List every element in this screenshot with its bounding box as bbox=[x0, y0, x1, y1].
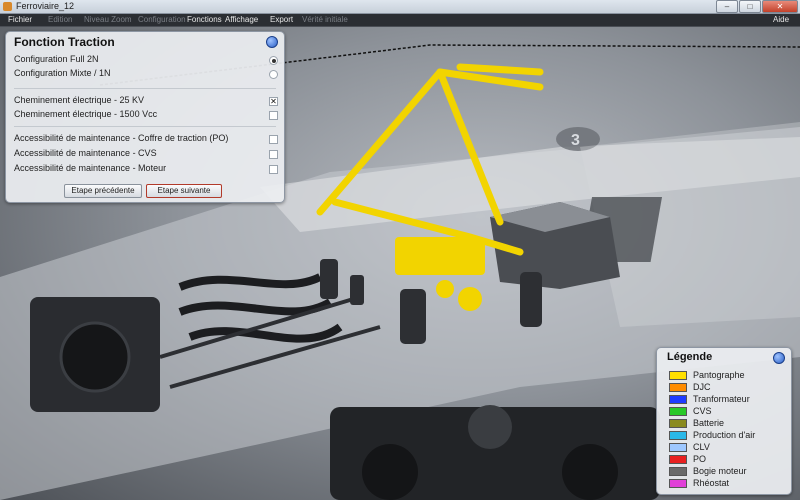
legend-swatch bbox=[669, 370, 687, 380]
legend-item: Rhéostat bbox=[669, 478, 729, 488]
menu-verite-initiale[interactable]: Vérité initiale bbox=[302, 15, 348, 24]
legend-item: DJC bbox=[669, 382, 711, 392]
path-1500vcc-checkbox[interactable] bbox=[269, 111, 278, 120]
legend-item: CVS bbox=[669, 406, 712, 416]
car-number: 3 bbox=[571, 132, 580, 149]
legend-label: DJC bbox=[693, 382, 711, 392]
legend-swatch bbox=[669, 394, 687, 404]
maximize-icon[interactable]: □ bbox=[739, 0, 761, 13]
path-25kv-checkbox[interactable]: ✕ bbox=[269, 97, 278, 106]
maint-moteur-label: Accessibilité de maintenance - Moteur bbox=[14, 163, 167, 173]
minimize-icon[interactable]: – bbox=[716, 0, 738, 13]
legend-swatch bbox=[669, 430, 687, 440]
wheel-left bbox=[362, 444, 418, 500]
bogie-motor bbox=[468, 405, 512, 449]
legend-item: Pantographe bbox=[669, 370, 745, 380]
menu-affichage[interactable]: Affichage bbox=[225, 15, 258, 24]
menu-bar: Fichier Edition Niveau Zoom Configuratio… bbox=[0, 14, 800, 27]
panel-title: Fonction Traction bbox=[14, 35, 115, 49]
legend-item: PO bbox=[669, 454, 706, 464]
legend-item: Tranformateur bbox=[669, 394, 750, 404]
menu-niveau-zoom[interactable]: Niveau Zoom bbox=[84, 15, 132, 24]
prev-step-button[interactable]: Etape précédente bbox=[64, 184, 142, 198]
legend-swatch bbox=[669, 478, 687, 488]
menu-export[interactable]: Export bbox=[270, 15, 293, 24]
legend-label: CLV bbox=[693, 442, 710, 452]
maint-cvs-checkbox[interactable] bbox=[269, 150, 278, 159]
legend-swatch bbox=[669, 442, 687, 452]
maint-moteur-checkbox[interactable] bbox=[269, 165, 278, 174]
menu-fichier[interactable]: Fichier bbox=[8, 15, 32, 24]
config-full-2n-radio[interactable] bbox=[269, 56, 278, 65]
panel-pin-icon[interactable] bbox=[266, 36, 278, 48]
legend-pin-icon[interactable] bbox=[773, 352, 785, 364]
panel-divider bbox=[14, 88, 276, 89]
legend-panel: Légende Pantographe DJC Tranformateur CVS Ba… bbox=[656, 347, 792, 495]
legend-item: Production d'air bbox=[669, 430, 755, 440]
config-mixte-label: Configuration Mixte / 1N bbox=[14, 68, 111, 78]
path-1500vcc-label: Cheminement électrique - 1500 Vcc bbox=[14, 109, 158, 119]
next-step-button[interactable]: Etape suivante bbox=[146, 184, 222, 198]
legend-label: PO bbox=[693, 454, 707, 464]
legend-label: Batterie bbox=[693, 418, 725, 428]
maint-coffre-checkbox[interactable] bbox=[269, 135, 278, 144]
legend-label: Production d'air bbox=[693, 430, 756, 440]
legend-item: CLV bbox=[669, 442, 710, 452]
menu-edition[interactable]: Edition bbox=[48, 15, 72, 24]
wheel-right bbox=[562, 444, 618, 500]
panel-divider bbox=[14, 126, 276, 127]
legend-swatch bbox=[669, 454, 687, 464]
legend-label: Tranformateur bbox=[693, 394, 750, 404]
legend-item: Batterie bbox=[669, 418, 724, 428]
close-icon[interactable]: ✕ bbox=[762, 0, 798, 13]
legend-label: CVS bbox=[693, 406, 712, 416]
config-mixte-radio[interactable] bbox=[269, 70, 278, 79]
legend-item: Bogie moteur bbox=[669, 466, 747, 476]
path-25kv-label: Cheminement électrique - 25 KV bbox=[14, 95, 145, 105]
window-title: Ferroviaire_12 bbox=[16, 1, 75, 11]
legend-swatch bbox=[669, 418, 687, 428]
legend-swatch bbox=[669, 466, 687, 476]
app-icon bbox=[3, 2, 12, 11]
legend-title: Légende bbox=[667, 351, 713, 363]
legend-label: Rhéostat bbox=[693, 478, 730, 488]
legend-label: Pantographe bbox=[693, 370, 745, 380]
maint-cvs-label: Accessibilité de maintenance - CVS bbox=[14, 148, 157, 158]
cooler-fan bbox=[59, 321, 131, 393]
maint-coffre-label: Accessibilité de maintenance - Coffre de… bbox=[14, 133, 229, 143]
legend-swatch bbox=[669, 382, 687, 392]
legend-swatch bbox=[669, 406, 687, 416]
function-panel: Fonction Traction Configuration Full 2N … bbox=[5, 31, 285, 203]
legend-label: Bogie moteur bbox=[693, 466, 747, 476]
menu-aide[interactable]: Aide bbox=[773, 15, 789, 24]
window-title-bar: Ferroviaire_12 – □ ✕ bbox=[0, 0, 800, 14]
config-full-2n-label: Configuration Full 2N bbox=[14, 54, 99, 64]
menu-fonctions[interactable]: Fonctions bbox=[187, 15, 222, 24]
menu-configuration[interactable]: Configuration bbox=[138, 15, 186, 24]
